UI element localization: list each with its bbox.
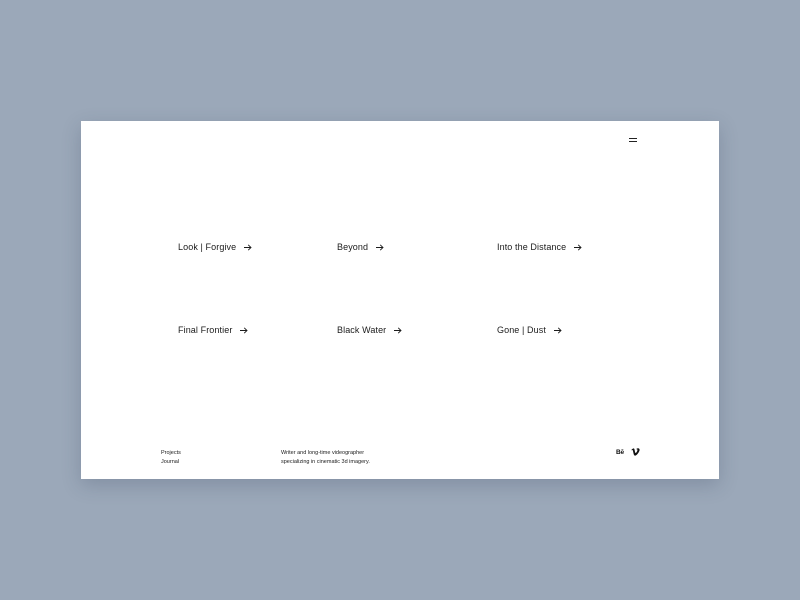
- footer-link-journal[interactable]: Journal: [161, 458, 181, 467]
- footer-tagline: Writer and long-time videographer specia…: [281, 449, 401, 467]
- hamburger-line-top: [629, 138, 637, 139]
- hamburger-menu-button[interactable]: [626, 134, 640, 146]
- project-link-beyond[interactable]: Beyond: [337, 242, 384, 252]
- project-label: Beyond: [337, 242, 369, 252]
- arrow-right-icon: [244, 243, 252, 251]
- project-label: Look | Forgive: [178, 242, 237, 252]
- hamburger-line-bottom: [629, 141, 637, 142]
- project-link-black-water[interactable]: Black Water: [337, 325, 402, 335]
- arrow-right-icon: [574, 243, 582, 251]
- project-label: Into the Distance: [497, 242, 567, 252]
- project-link-into-the-distance[interactable]: Into the Distance: [497, 242, 582, 252]
- arrow-right-icon: [376, 243, 384, 251]
- footer-link-projects[interactable]: Projects: [161, 449, 181, 458]
- arrow-right-icon: [553, 326, 562, 334]
- arrow-right-icon: [394, 326, 402, 334]
- tagline-line: specializing in cinematic 3d imagery.: [281, 459, 370, 465]
- project-label: Final Frontier: [178, 325, 233, 335]
- project-link-final-frontier[interactable]: Final Frontier: [178, 325, 249, 335]
- arrow-right-icon: [240, 326, 249, 334]
- project-link-look-forgive[interactable]: Look | Forgive: [178, 242, 252, 252]
- footer-nav: Projects Journal: [161, 449, 181, 467]
- social-links: Bē: [616, 448, 640, 456]
- project-label: Gone | Dust: [497, 325, 546, 335]
- tagline-line: Writer and long-time videographer: [281, 450, 365, 456]
- project-link-gone-dust[interactable]: Gone | Dust: [497, 325, 562, 335]
- behance-icon[interactable]: Bē: [616, 449, 624, 456]
- project-label: Black Water: [337, 325, 387, 335]
- page-card: Look | Forgive Beyond Into the Distance …: [81, 121, 719, 479]
- vimeo-icon[interactable]: [631, 448, 640, 456]
